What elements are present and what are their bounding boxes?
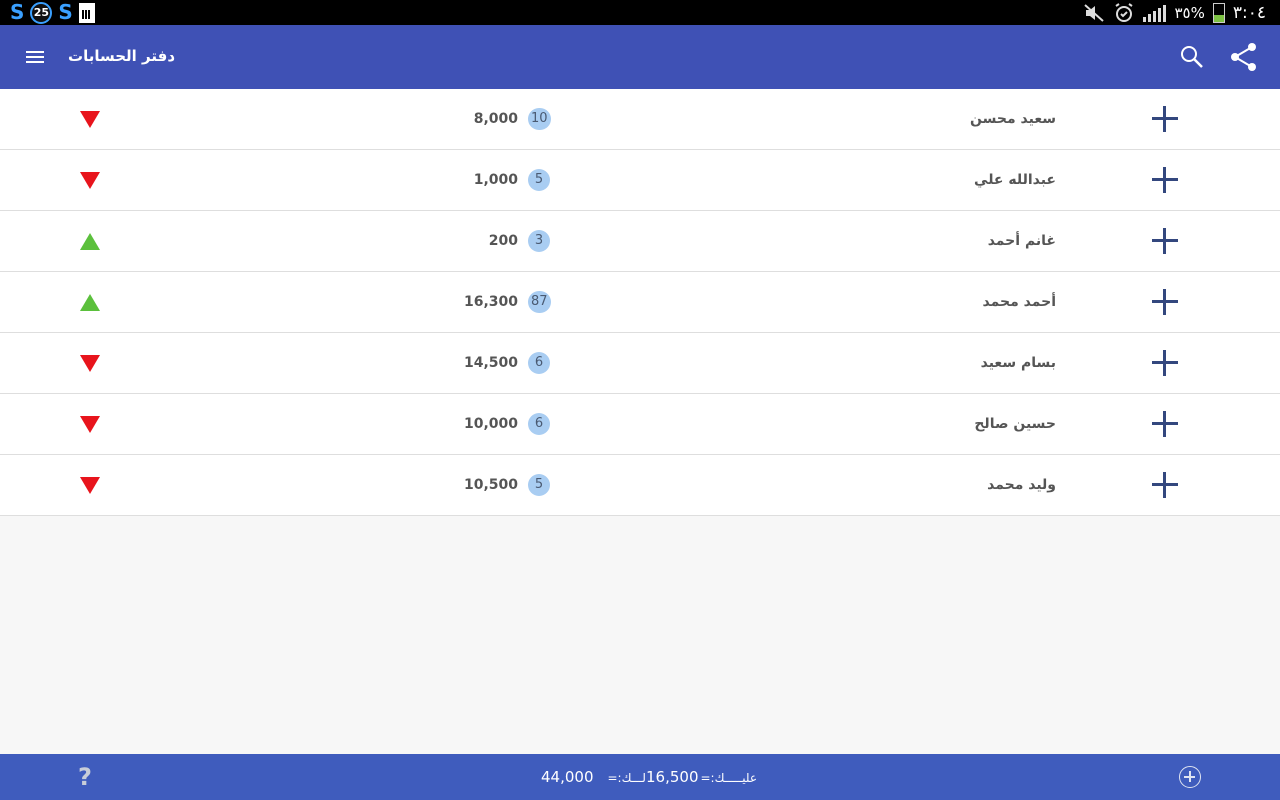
arrow-down-icon (80, 416, 100, 433)
add-transaction-button[interactable] (1150, 104, 1180, 134)
transaction-count-badge: 6 (528, 413, 550, 435)
transaction-count-badge: 10 (528, 108, 551, 130)
share-icon[interactable] (1228, 41, 1260, 73)
clock: ٣:٠٤ (1232, 2, 1266, 23)
account-amount: 10,500 (463, 477, 518, 493)
list-item[interactable]: 10,000 6 حسين صالح (0, 394, 1280, 455)
status-bar: S 25 S ٣٥% ٣:٠٤ (0, 0, 1280, 25)
sim-card-icon (78, 2, 95, 23)
accounts-list: 8,000 10 سعيد محسن 1,000 5 عبدالله علي 2… (0, 89, 1280, 516)
alarm-icon (1115, 2, 1134, 22)
status-right-icons: ٣٥% ٣:٠٤ (1083, 0, 1266, 25)
account-name: سعيد محسن (970, 111, 1056, 127)
total-alayk-label: عليـــــك:= (700, 771, 758, 785)
account-amount: 16,300 (463, 294, 518, 310)
total-lak-label: لـــك:= (607, 771, 646, 785)
list-item[interactable]: 14,500 6 بسام سعيد (0, 333, 1280, 394)
account-amount: 10,000 (463, 416, 518, 432)
app-title: دفتر الحسابات (68, 47, 176, 65)
total-alayk-value: 16,500 (646, 768, 699, 786)
status-left-icons: S 25 S (10, 0, 95, 25)
account-name: بسام سعيد (980, 355, 1056, 371)
mute-icon (1084, 3, 1105, 22)
arrow-down-icon (80, 477, 100, 494)
arrow-down-icon (80, 172, 100, 189)
add-transaction-button[interactable] (1150, 348, 1180, 378)
transaction-count-badge: 5 (528, 169, 550, 191)
account-amount: 14,500 (463, 355, 518, 371)
app-bar: دفتر الحسابات (0, 25, 1280, 89)
menu-icon[interactable] (22, 45, 50, 69)
add-transaction-button[interactable] (1150, 165, 1180, 195)
list-item[interactable]: 1,000 5 عبدالله علي (0, 150, 1280, 211)
total-alayk: 16,500 عليـــــك:= (646, 767, 757, 788)
arrow-down-icon (80, 111, 100, 128)
add-transaction-button[interactable] (1150, 226, 1180, 256)
arrow-up-icon (80, 294, 100, 311)
totals: 44,000 لـــك:= 16,500 عليـــــك:= (0, 754, 1280, 800)
total-lak-value: 44,000 (541, 768, 594, 786)
account-amount: 8,000 (473, 111, 518, 127)
signal-icon (1143, 4, 1167, 22)
account-name: غانم أحمد (987, 233, 1056, 249)
account-name: أحمد محمد (982, 294, 1056, 310)
battery-icon (1212, 2, 1225, 23)
list-item[interactable]: 8,000 10 سعيد محسن (0, 89, 1280, 150)
account-amount: 200 (488, 233, 518, 249)
search-icon[interactable] (1178, 43, 1206, 71)
account-name: عبدالله علي (974, 172, 1056, 188)
bottom-bar: ? 44,000 لـــك:= 16,500 عليـــــك:= (0, 754, 1280, 800)
list-item[interactable]: 10,500 5 وليد محمد (0, 455, 1280, 516)
s-logo-icon: S (10, 0, 25, 24)
transaction-count-badge: 5 (528, 474, 550, 496)
account-name: حسين صالح (974, 416, 1056, 432)
transaction-count-badge: 87 (528, 291, 551, 313)
arrow-down-icon (80, 355, 100, 372)
add-transaction-button[interactable] (1150, 287, 1180, 317)
total-lak: 44,000 لـــك:= (541, 767, 646, 788)
s-logo-icon: S (58, 0, 73, 24)
add-transaction-button[interactable] (1150, 409, 1180, 439)
account-amount: 1,000 (473, 172, 518, 188)
add-transaction-button[interactable] (1150, 470, 1180, 500)
notification-count-icon: 25 (30, 1, 53, 24)
list-item[interactable]: 200 3 غانم أحمد (0, 211, 1280, 272)
transaction-count-badge: 3 (528, 230, 550, 252)
battery-percent: ٣٥% (1174, 3, 1205, 22)
arrow-up-icon (80, 233, 100, 250)
transaction-count-badge: 6 (528, 352, 550, 374)
add-account-button[interactable] (1179, 766, 1201, 788)
list-item[interactable]: 16,300 87 أحمد محمد (0, 272, 1280, 333)
account-name: وليد محمد (987, 477, 1056, 493)
